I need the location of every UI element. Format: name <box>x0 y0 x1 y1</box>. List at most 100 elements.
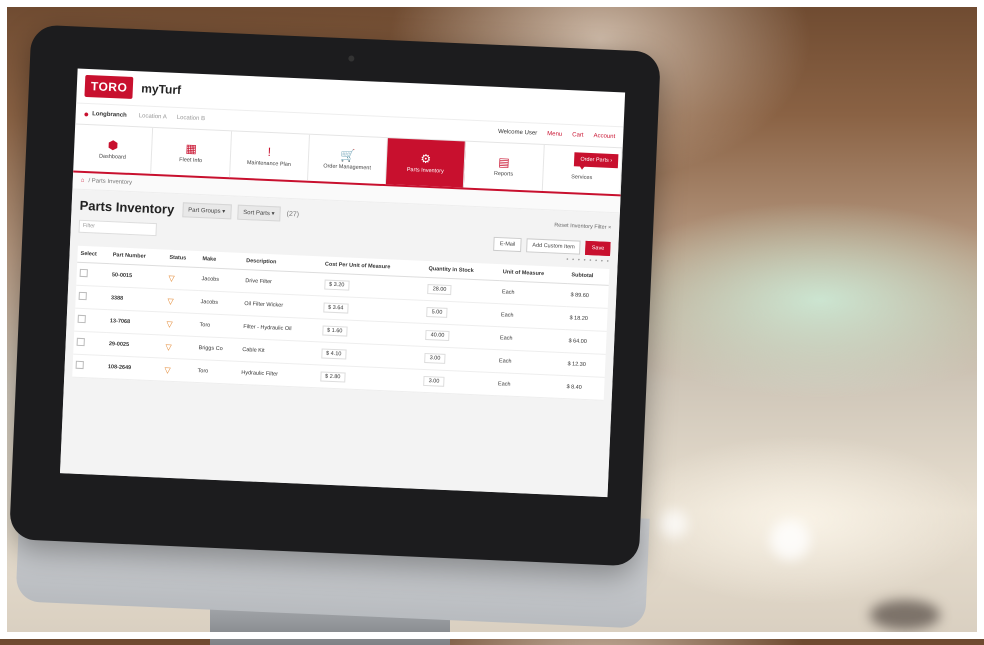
cost-input[interactable]: $ 1.60 <box>321 325 348 337</box>
subtotal-cell: $ 8.40 <box>563 375 605 401</box>
header-links: Welcome User Menu Cart Account <box>498 129 615 140</box>
nav-label: Parts Inventory <box>406 166 444 175</box>
screen: TORO myTurf ● Longbranch Location A Loca… <box>59 68 626 498</box>
filter-input[interactable]: Filter <box>78 219 158 236</box>
quantity-input[interactable]: 5.00 <box>426 307 448 318</box>
row-checkbox[interactable] <box>75 360 84 370</box>
make-cell: Jacobs <box>197 290 242 316</box>
email-button[interactable]: E-Mail <box>493 236 522 253</box>
uom-cell: Each <box>495 349 566 376</box>
nav-dashboard[interactable]: ⬢ Dashboard <box>73 124 154 174</box>
order-parts-button[interactable]: Order Parts › <box>574 152 619 169</box>
nav-reports[interactable]: ▤ Reports <box>464 141 545 191</box>
dashboard-icon: ⬢ <box>107 137 119 152</box>
cost-value: 4.10 <box>330 350 342 358</box>
uom-cell: Each <box>497 303 568 330</box>
add-custom-item-dropdown[interactable]: Add Custom Item <box>526 238 582 255</box>
fleet-icon: ▦ <box>185 140 198 156</box>
breadcrumb-current: Parts Inventory <box>91 178 133 187</box>
cart-link[interactable]: Cart <box>572 132 584 138</box>
uom-cell: Each <box>494 372 565 399</box>
camera-dot <box>348 55 355 62</box>
currency-symbol: $ <box>324 373 329 380</box>
column-header[interactable]: Status <box>166 249 200 268</box>
part-number[interactable]: 108-2649 <box>104 355 162 381</box>
description-cell: Cable Kit <box>238 338 319 365</box>
subtotal-cell: $ 18.20 <box>566 306 608 332</box>
nav-maintenance-plan[interactable]: ! Maintenance Plan <box>229 131 310 181</box>
description-cell: Filter - Hydraulic Oil <box>239 315 320 342</box>
location-pin-icon: ● <box>83 108 90 120</box>
parts-icon: ⚙ <box>420 151 432 166</box>
subtotal-cell: $ 89.60 <box>567 283 609 309</box>
breadcrumb-separator: / <box>88 178 91 185</box>
nav-fleet-info[interactable]: ▦ Fleet Info <box>151 127 232 178</box>
subtotal-cell: $ 64.00 <box>565 329 607 355</box>
location-option[interactable]: Location A <box>139 113 167 120</box>
cart-icon: 🛒 <box>339 147 356 163</box>
row-checkbox[interactable] <box>77 314 86 324</box>
nav-label: Reports <box>493 170 514 178</box>
warning-status-icon: ▽ <box>165 342 172 352</box>
currency-symbol: $ <box>328 281 333 288</box>
part-number[interactable]: 3388 <box>107 286 166 313</box>
cost-input[interactable]: $ 3.64 <box>322 302 349 314</box>
quantity-input[interactable]: 40.00 <box>425 329 450 342</box>
dropdown-label: Sort Parts <box>243 209 271 217</box>
column-header[interactable]: Subtotal <box>568 267 610 286</box>
cost-input[interactable]: $ 2.80 <box>319 371 346 383</box>
part-number[interactable]: 29-0025 <box>105 332 164 359</box>
row-checkbox[interactable] <box>78 291 87 301</box>
currency-symbol: $ <box>326 327 331 334</box>
page-title: Parts Inventory <box>79 197 175 217</box>
part-number[interactable]: 50-0015 <box>108 263 167 290</box>
cost-value: 3.20 <box>333 281 345 289</box>
currency-symbol: $ <box>325 350 330 357</box>
location-option[interactable]: Location B <box>177 115 206 122</box>
row-checkbox[interactable] <box>79 268 88 278</box>
quantity-input[interactable]: 28.00 <box>427 284 452 296</box>
nav-parts-inventory[interactable]: ⚙ Parts Inventory <box>386 138 467 188</box>
sort-parts-dropdown[interactable]: Sort Parts ▾ <box>236 204 281 222</box>
reset-filter-link[interactable]: Reset Inventory Filter × <box>554 222 611 230</box>
row-checkbox[interactable] <box>76 337 85 347</box>
background-object <box>870 600 940 630</box>
cost-value: 1.60 <box>331 327 343 335</box>
quantity-input[interactable]: 3.00 <box>423 375 445 387</box>
parts-table: Select Part Number Status Make Descripti… <box>72 245 610 401</box>
nav-order-management[interactable]: 🛒 Order Management <box>307 134 389 185</box>
column-header[interactable]: Make <box>199 251 244 270</box>
quantity-input[interactable]: 3.00 <box>424 352 446 364</box>
parts-count: (27) <box>286 210 300 218</box>
background-light <box>660 510 688 538</box>
reports-icon: ▤ <box>498 154 511 169</box>
make-cell: Briggs Co <box>195 336 240 362</box>
brand-logo[interactable]: TORO <box>84 74 134 99</box>
home-icon[interactable]: ⌂ <box>81 178 85 184</box>
nav-label: Order Management <box>323 162 372 171</box>
nav-label: Fleet Info <box>179 156 203 164</box>
monitor: TORO myTurf ● Longbranch Location A Loca… <box>9 24 661 567</box>
account-link[interactable]: Account <box>593 133 615 140</box>
warning-status-icon: ▽ <box>168 273 175 283</box>
column-header[interactable]: Select <box>77 245 111 264</box>
menu-link[interactable]: Menu <box>547 131 562 138</box>
uom-cell: Each <box>496 326 567 353</box>
make-cell: Toro <box>196 313 241 339</box>
cost-input[interactable]: $ 4.10 <box>320 348 347 360</box>
wrench-icon: ! <box>267 144 272 159</box>
background-light <box>770 520 810 560</box>
save-button[interactable]: Save <box>585 240 611 256</box>
uom-cell: Each <box>498 280 569 307</box>
main-content: Parts Inventory Part Groups ▾ Sort Parts… <box>59 189 620 498</box>
location-selector[interactable]: Longbranch <box>92 111 127 119</box>
description-cell: Drive Filter <box>241 269 322 296</box>
part-number[interactable]: 13-7068 <box>106 309 165 336</box>
subtotal-cell: $ 12.30 <box>564 352 606 378</box>
warning-status-icon: ▽ <box>166 319 173 329</box>
cost-input[interactable]: $ 3.20 <box>323 279 350 291</box>
make-cell: Toro <box>194 359 239 385</box>
dropdown-label: Part Groups <box>188 207 221 215</box>
toolbar-actions: E-Mail Add Custom Item Save <box>493 236 611 256</box>
part-groups-dropdown[interactable]: Part Groups ▾ <box>181 201 232 219</box>
